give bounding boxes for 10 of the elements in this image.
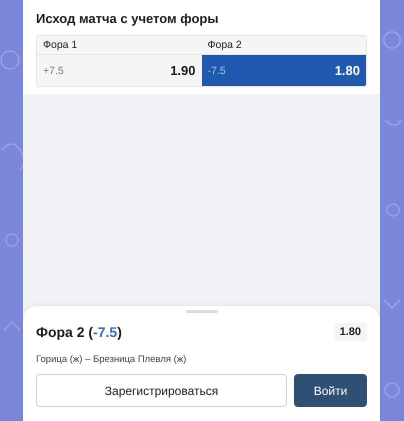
column-header: Фора 1	[37, 36, 202, 55]
odds-value: 1.80	[334, 323, 367, 341]
column-header: Фора 2	[202, 36, 366, 55]
odds-button[interactable]: -7.5 1.80	[202, 55, 366, 86]
bet-title: Фора 2 (-7.5)	[36, 324, 122, 340]
register-button[interactable]: Зарегистрироваться	[36, 374, 287, 407]
login-button[interactable]: Войти	[294, 374, 367, 407]
match-name: Горица (ж) – Брезница Плевля (ж)	[36, 354, 188, 365]
drag-handle[interactable]	[186, 310, 218, 313]
section-title: Исход матча с учетом форы	[36, 11, 220, 27]
